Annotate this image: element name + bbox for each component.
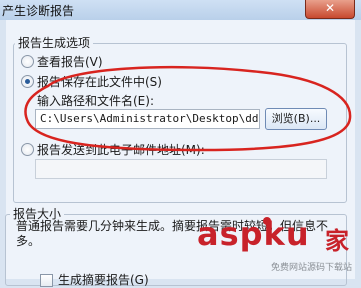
watermark-suffix: 家 bbox=[325, 227, 349, 255]
close-icon: ✕ bbox=[324, 1, 336, 15]
watermark-tagline: 免费网站源码下载站 bbox=[271, 263, 353, 273]
save-to-file-radio[interactable] bbox=[21, 75, 34, 88]
email-input[interactable] bbox=[35, 159, 327, 179]
title-bar: 产生诊断报告 ✕ bbox=[0, 0, 361, 20]
watermark-brand: aspku bbox=[197, 215, 310, 253]
email-label[interactable]: 报告发送到此电子邮件地址(M): bbox=[37, 141, 205, 158]
email-radio[interactable] bbox=[21, 143, 34, 156]
summary-report-label[interactable]: 生成摘要报告(G) bbox=[58, 271, 149, 288]
browse-button[interactable]: 浏览(B)... bbox=[265, 108, 327, 130]
site-watermark: aspku 家 免费网站源码下载站 bbox=[197, 215, 361, 279]
window-title: 产生诊断报告 bbox=[2, 4, 75, 18]
watermark-dot bbox=[263, 217, 271, 225]
save-to-file-label[interactable]: 报告保存在此文件中(S) bbox=[37, 73, 162, 90]
generation-options-legend: 报告生成选项 bbox=[15, 34, 94, 51]
view-report-radio[interactable] bbox=[21, 55, 34, 68]
path-input[interactable]: C:\Users\Administrator\Desktop\dd.h bbox=[35, 109, 260, 129]
path-label: 输入路径和文件名(E): bbox=[37, 94, 154, 108]
summary-report-checkbox[interactable] bbox=[40, 274, 53, 287]
view-report-label[interactable]: 查看报告(V) bbox=[37, 53, 103, 70]
close-button[interactable]: ✕ bbox=[305, 0, 355, 19]
